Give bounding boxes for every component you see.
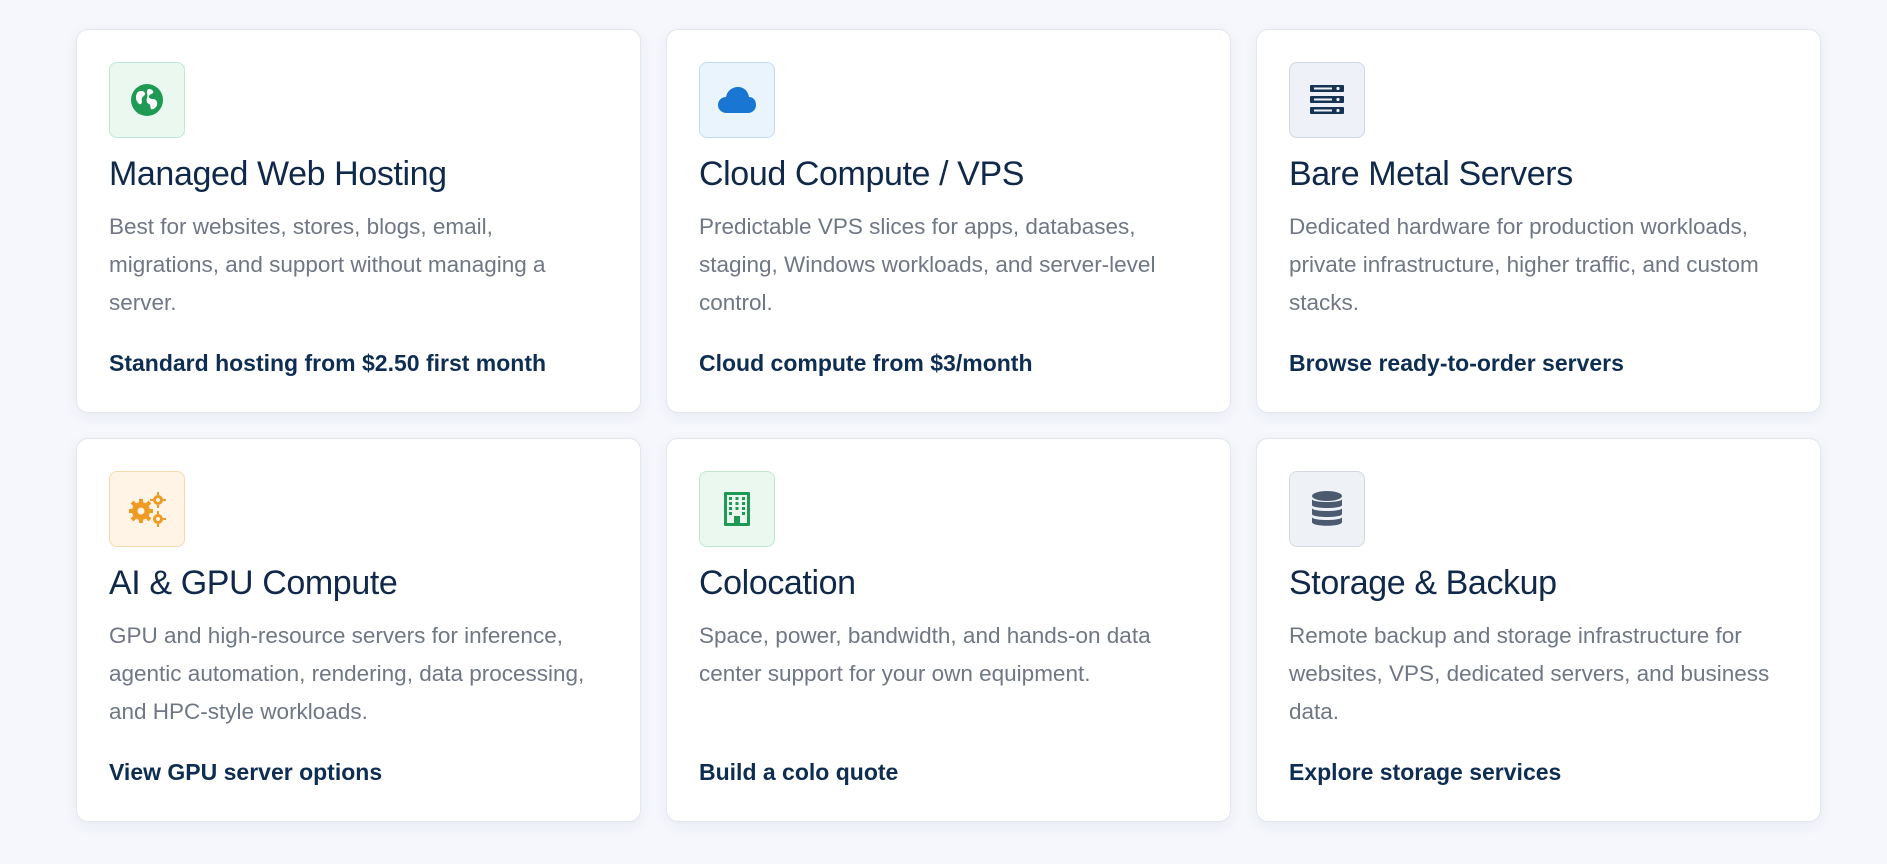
card-title: Colocation bbox=[699, 564, 856, 602]
server-icon bbox=[1310, 85, 1344, 114]
icon-box bbox=[109, 471, 185, 547]
cloud-compute-link[interactable]: Cloud compute from $3/month bbox=[699, 348, 1033, 378]
card-description: Space, power, bandwidth, and hands-on da… bbox=[699, 623, 1151, 686]
card-description: Best for websites, stores, blogs, email,… bbox=[109, 214, 546, 315]
card-description: Predictable VPS slices for apps, databas… bbox=[699, 214, 1156, 315]
standard-hosting-link[interactable]: Standard hosting from $2.50 first month bbox=[109, 348, 546, 378]
card-title: AI & GPU Compute bbox=[109, 564, 398, 602]
browse-servers-link[interactable]: Browse ready-to-order servers bbox=[1289, 348, 1624, 378]
card-title: Cloud Compute / VPS bbox=[699, 155, 1025, 193]
card-description: Dedicated hardware for production worklo… bbox=[1289, 214, 1759, 315]
colo-quote-link[interactable]: Build a colo quote bbox=[699, 757, 898, 787]
card-colocation[interactable]: Colocation Space, power, bandwidth, and … bbox=[666, 438, 1231, 822]
card-storage-backup[interactable]: Storage & Backup Remote backup and stora… bbox=[1256, 438, 1821, 822]
globe-icon bbox=[131, 84, 163, 116]
building-icon bbox=[724, 492, 750, 526]
service-card-grid: Managed Web Hosting Best for websites, s… bbox=[76, 29, 1821, 822]
icon-box bbox=[699, 471, 775, 547]
database-icon bbox=[1312, 491, 1342, 526]
card-managed-web-hosting[interactable]: Managed Web Hosting Best for websites, s… bbox=[76, 29, 641, 413]
icon-box bbox=[699, 62, 775, 138]
card-title: Storage & Backup bbox=[1289, 564, 1557, 602]
card-title: Bare Metal Servers bbox=[1289, 155, 1573, 193]
cloud-icon bbox=[718, 87, 756, 113]
gpu-server-options-link[interactable]: View GPU server options bbox=[109, 757, 382, 787]
storage-services-link[interactable]: Explore storage services bbox=[1289, 757, 1561, 787]
card-ai-gpu-compute[interactable]: AI & GPU Compute GPU and high-resource s… bbox=[76, 438, 641, 822]
card-cloud-compute-vps[interactable]: Cloud Compute / VPS Predictable VPS slic… bbox=[666, 29, 1231, 413]
gears-icon bbox=[129, 492, 166, 527]
card-bare-metal-servers[interactable]: Bare Metal Servers Dedicated hardware fo… bbox=[1256, 29, 1821, 413]
card-description: GPU and high-resource servers for infere… bbox=[109, 623, 585, 724]
card-title: Managed Web Hosting bbox=[109, 155, 447, 193]
card-description: Remote backup and storage infrastructure… bbox=[1289, 623, 1770, 724]
icon-box bbox=[1289, 471, 1365, 547]
icon-box bbox=[1289, 62, 1365, 138]
icon-box bbox=[109, 62, 185, 138]
